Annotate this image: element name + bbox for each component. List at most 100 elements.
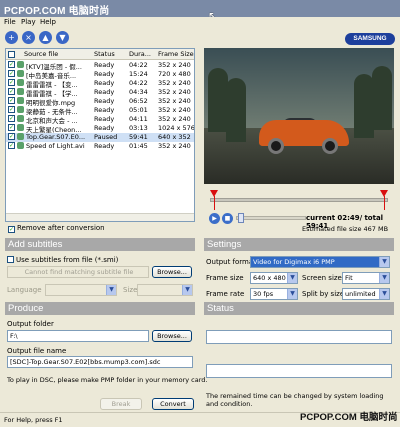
stop-icon[interactable]: ■	[222, 213, 233, 224]
file-status: Ready	[94, 61, 115, 69]
video-file-icon	[17, 70, 24, 77]
break-button[interactable]: Break	[100, 398, 142, 410]
file-duration: 01:45	[129, 142, 148, 150]
file-row[interactable]: ✓ Speed of Light.avi Ready 01:45 352 x 240	[6, 142, 194, 151]
position-slider[interactable]	[236, 213, 306, 223]
video-preview	[204, 48, 394, 184]
file-duration: 03:13	[129, 124, 148, 132]
add-file-icon[interactable]: +	[5, 31, 18, 44]
file-list[interactable]: Source file Status Dura... Frame Size ✓[…	[5, 48, 195, 222]
file-row-checkbox[interactable]: ✓	[8, 142, 15, 149]
position-slider-knob[interactable]	[238, 213, 245, 223]
file-row-checkbox[interactable]: ✓	[8, 70, 15, 77]
file-row-checkbox[interactable]: ✓	[8, 133, 15, 140]
move-down-icon[interactable]: ▼	[56, 31, 69, 44]
file-row[interactable]: ✓ 梁静茹 - 无条件... Ready 05:01 352 x 240	[6, 106, 194, 116]
file-duration: 59:41	[129, 133, 148, 141]
file-duration: 04:11	[129, 115, 148, 123]
window-title: PCPOP.COM 电脑时尚	[4, 6, 110, 17]
move-up-icon[interactable]: ▲	[39, 31, 52, 44]
column-frame-size[interactable]: Frame Size	[158, 50, 194, 58]
file-row-checkbox[interactable]: ✓	[8, 61, 15, 68]
frame-size-select[interactable]: 640 x 480 ▼	[250, 272, 298, 284]
file-row-checkbox[interactable]: ✓	[8, 88, 15, 95]
file-row[interactable]: ✓ [中岛美嘉-音乐... Ready 15:24 720 x 480	[6, 70, 194, 80]
use-subtitles-checkbox[interactable]	[7, 256, 14, 263]
select-all-checkbox[interactable]	[8, 51, 15, 58]
trim-range-bar[interactable]	[210, 190, 388, 212]
file-row-checkbox[interactable]: ✓	[8, 124, 15, 131]
split-by-size-label: Split by size	[302, 290, 345, 298]
file-row[interactable]: ✓ 雷雷雷祺 - 【变... Ready 04:22 352 x 240	[6, 79, 194, 89]
file-row[interactable]: ✓ 雷雷雷祺 - 【学... Ready 04:34 352 x 240	[6, 88, 194, 98]
file-row-checkbox[interactable]: ✓	[8, 79, 15, 86]
file-duration: 05:01	[129, 106, 148, 114]
file-status: Paused	[94, 133, 118, 141]
file-duration: 04:22	[129, 61, 148, 69]
file-status: Ready	[94, 124, 115, 132]
remaining-time-note: The remained time can be changed by syst…	[206, 392, 384, 408]
file-row[interactable]: ✓ 明明很爱你.mpg Ready 06:52 352 x 240	[6, 97, 194, 107]
file-duration: 04:34	[129, 88, 148, 96]
file-frame: 352 x 240	[158, 79, 191, 87]
menu-play[interactable]: Play	[21, 18, 36, 26]
seek-track[interactable]	[210, 198, 388, 202]
video-file-icon	[17, 79, 24, 86]
menu-bar: File Play Help	[0, 17, 400, 29]
remove-after-checkbox[interactable]: ✓	[8, 226, 15, 233]
file-row-checkbox[interactable]: ✓	[8, 97, 15, 104]
file-row[interactable]: ✓ [KTV]温乐团 - 假... Ready 04:22 352 x 240	[6, 61, 194, 71]
status-progress-box	[206, 330, 392, 344]
output-file-name-label: Output file name	[7, 347, 67, 355]
output-folder-field[interactable]: F:\	[7, 330, 149, 342]
status-time-box	[206, 364, 392, 378]
file-frame: 352 x 240	[158, 61, 191, 69]
output-folder-label: Output folder	[7, 320, 54, 328]
video-file-icon	[17, 142, 24, 149]
file-status: Ready	[94, 79, 115, 87]
size-select[interactable]: ▼	[137, 284, 193, 296]
use-subtitles-option[interactable]: Use subtitles from file (*.smi)	[7, 256, 118, 264]
current-time: 02:49	[337, 214, 360, 222]
section-settings: Settings	[204, 238, 394, 251]
output-format-select[interactable]: Video for Digimax i6 PMP ▼	[250, 256, 390, 268]
file-row-checkbox[interactable]: ✓	[8, 115, 15, 122]
frame-rate-label: Frame rate	[206, 290, 245, 298]
column-duration[interactable]: Dura...	[129, 50, 151, 58]
video-file-icon	[17, 133, 24, 140]
samsung-logo: SAMSUNG	[345, 33, 395, 45]
output-folder-browse-button[interactable]: Browse...	[152, 330, 192, 342]
toolbar: + × ▲ ▼ SAMSUNG	[0, 29, 400, 48]
file-row-checkbox[interactable]: ✓	[8, 106, 15, 113]
file-status: Ready	[94, 142, 115, 150]
remove-after-conversion[interactable]: ✓ Remove after conversion	[8, 224, 105, 233]
file-status: Ready	[94, 115, 115, 123]
file-frame: 352 x 240	[158, 142, 191, 150]
file-row[interactable]: ✓ Top.Gear.S07.E0... Paused 59:41 640 x 352	[6, 133, 194, 142]
remove-file-icon[interactable]: ×	[22, 31, 35, 44]
menu-file[interactable]: File	[4, 18, 16, 26]
file-frame: 352 x 240	[158, 97, 191, 105]
file-row[interactable]: ✓ 天上繁星(Cheon... Ready 03:13 1024 x 576	[6, 124, 194, 134]
convert-button[interactable]: Convert	[152, 398, 194, 410]
subtitle-file-field[interactable]: Cannot find matching subtitle file	[7, 266, 149, 278]
split-by-size-select[interactable]: unlimited ▼	[342, 288, 390, 300]
file-list-scrollbar[interactable]	[6, 213, 194, 221]
subtitle-browse-button[interactable]: Browse...	[152, 266, 192, 278]
file-row[interactable]: ✓ 北京和声大会 - ... Ready 04:11 352 x 240	[6, 115, 194, 125]
play-icon[interactable]: ▶	[209, 213, 220, 224]
menu-help[interactable]: Help	[40, 18, 56, 26]
output-format-label: Output format	[206, 258, 256, 266]
section-add-subtitles: Add subtitles	[5, 238, 195, 251]
language-select[interactable]: ▼	[45, 284, 117, 296]
screen-size-select[interactable]: Fit ▼	[342, 272, 390, 284]
column-source-file[interactable]: Source file	[24, 50, 58, 58]
file-status: Ready	[94, 88, 115, 96]
section-status: Status	[204, 302, 394, 315]
frame-rate-select[interactable]: 30 fps ▼	[250, 288, 298, 300]
output-file-name-field[interactable]: [SDC]-Top.Gear.S07.E02[bbs.mump3.com].sd…	[7, 356, 193, 368]
title-bar: PCPOP.COM 电脑时尚	[0, 0, 400, 17]
watermark-text: PCPOP.COM 电脑时尚	[300, 412, 398, 423]
column-status[interactable]: Status	[94, 50, 115, 58]
file-duration: 15:24	[129, 70, 148, 78]
